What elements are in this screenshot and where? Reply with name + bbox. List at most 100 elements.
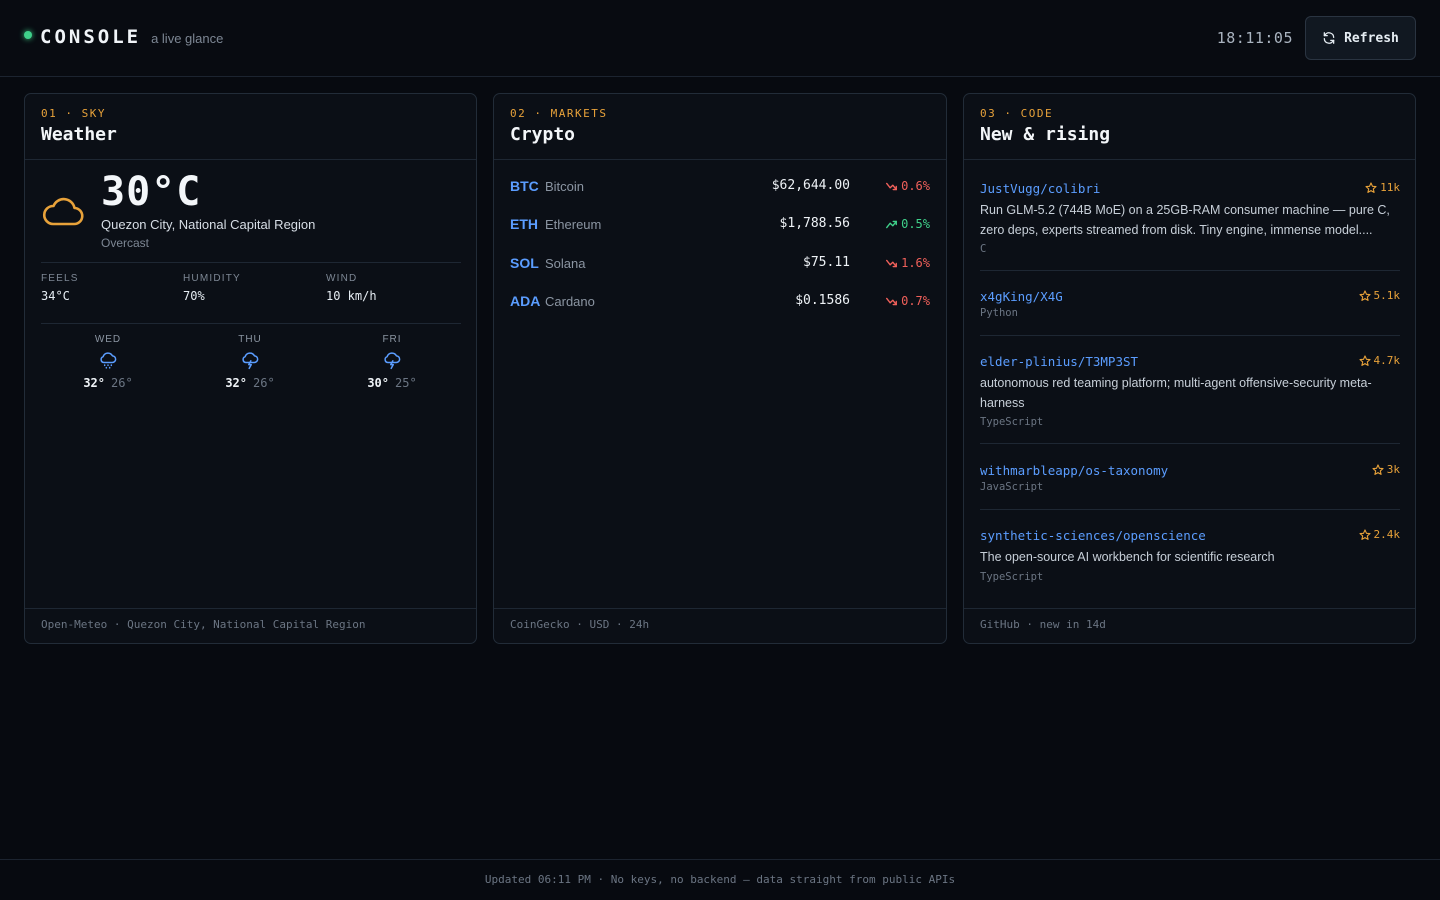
forecast-low: 26° [111, 376, 133, 390]
repo-item: JustVugg/colibri 11k Run GLM-5.2 (744B MoE… [980, 181, 1400, 255]
crypto-change-value: 0.7% [901, 294, 930, 308]
crypto-change: 0.6% [885, 179, 930, 193]
crypto-name: Cardano [545, 294, 595, 309]
crypto-name: Bitcoin [545, 179, 585, 194]
thunderstorm-icon [384, 352, 401, 370]
trend-down-icon [886, 182, 898, 190]
trend-down-icon [886, 259, 898, 267]
app-tagline: a live glance [151, 31, 224, 46]
star-icon [1365, 181, 1377, 193]
cloud-icon [42, 197, 84, 226]
trend-up-icon [886, 220, 898, 228]
forecast-high: 32° [225, 376, 247, 390]
crypto-symbol: ADA [510, 293, 541, 309]
star-icon [1372, 463, 1384, 475]
weather-card-header: 01 · SKY Weather [25, 94, 476, 160]
crypto-symbol: SOL [510, 255, 539, 271]
current-temperature: 30°C [101, 169, 202, 215]
stat-label: WIND [326, 273, 358, 284]
app-title: CONSOLE [40, 26, 142, 48]
forecast-day: FRI 30° 25° [332, 334, 452, 390]
crypto-name: Solana [545, 256, 586, 271]
crypto-symbol: BTC [510, 178, 539, 194]
repo-description: autonomous red teaming platform; multi-a… [980, 376, 1372, 410]
repo-stars: 4.7k [1358, 354, 1401, 367]
repo-star-count: 3k [1386, 463, 1400, 476]
code-kicker: 03 · CODE [980, 107, 1054, 120]
refresh-button[interactable]: Refresh [1305, 16, 1416, 60]
footer-status: Updated 06:11 PM · No keys, no backend —… [484, 873, 956, 886]
current-weather: 30°C Quezon City, National Capital Regio… [41, 169, 461, 264]
repo-language: Python [980, 307, 1018, 319]
repo-stars: 11k [1365, 181, 1400, 194]
crypto-change-value: 1.6% [901, 256, 930, 270]
weather-stats: FEELS 34°C HUMIDITY 70% WIND 10 km/h [41, 262, 461, 324]
repo-star-count: 4.7k [1373, 354, 1401, 367]
drizzle-icon [100, 352, 117, 369]
repo-link[interactable]: elder-plinius/T3MP3ST [980, 354, 1400, 369]
forecast-day: THU 32° 26° [190, 334, 310, 390]
crypto-card: 02 · MARKETS Crypto BTC Bitcoin $62,644.00… [493, 93, 947, 644]
code-card-header: 03 · CODE New & rising [964, 94, 1415, 160]
weather-condition: Overcast [101, 236, 150, 250]
crypto-change-value: 0.5% [901, 217, 930, 231]
forecast-day-label: THU [238, 334, 262, 345]
stat-wind: WIND 10 km/h [326, 273, 377, 303]
repo-item: withmarbleapp/os-taxonomy 3k JavaScript [980, 463, 1400, 493]
repo-item: elder-plinius/T3MP3ST 4.7k autonomous red … [980, 354, 1400, 428]
trend-down-icon [886, 297, 898, 305]
crypto-row-ada[interactable]: ADA Cardano $0.1586 0.7% [510, 293, 930, 315]
crypto-price: $0.1586 [795, 293, 850, 308]
forecast-low: 25° [395, 376, 417, 390]
crypto-row-eth[interactable]: ETH Ethereum $1,788.56 0.5% [510, 216, 930, 238]
stat-value: 70% [183, 289, 205, 303]
repo-stars: 5.1k [1358, 289, 1401, 302]
crypto-price: $1,788.56 [779, 216, 850, 231]
repo-item: x4gKing/X4G 5.1k Python [980, 289, 1400, 319]
crypto-change: 0.5% [885, 217, 930, 231]
crypto-title: Crypto [510, 124, 576, 145]
refresh-icon [1323, 32, 1335, 44]
repo-link[interactable]: JustVugg/colibri [980, 181, 1400, 196]
weather-title: Weather [41, 124, 117, 145]
repo-link[interactable]: synthetic-sciences/openscience [980, 528, 1400, 543]
weather-location: Quezon City, National Capital Region [101, 217, 316, 232]
stat-feels: FEELS 34°C [41, 273, 79, 303]
forecast-day-label: FRI [382, 334, 402, 345]
forecast-day-label: WED [94, 334, 122, 345]
repo-divider [980, 270, 1400, 271]
crypto-row-btc[interactable]: BTC Bitcoin $62,644.00 0.6% [510, 178, 930, 200]
crypto-change: 1.6% [885, 256, 930, 270]
crypto-name: Ethereum [545, 217, 602, 232]
repo-divider [980, 509, 1400, 510]
forecast-low: 26° [253, 376, 275, 390]
repo-link[interactable]: x4gKing/X4G [980, 289, 1400, 304]
crypto-source: CoinGecko · USD · 24h [494, 608, 946, 643]
code-source: GitHub · new in 14d [964, 608, 1415, 643]
crypto-price: $62,644.00 [771, 178, 850, 193]
repo-description: The open-source AI workbench for scienti… [980, 550, 1275, 564]
repo-language: TypeScript [980, 570, 1044, 583]
stat-humidity: HUMIDITY 70% [183, 273, 241, 303]
footer-bar: Updated 06:11 PM · No keys, no backend —… [0, 859, 1440, 900]
repo-language: TypeScript [980, 416, 1044, 428]
star-icon [1358, 528, 1371, 540]
crypto-change: 0.7% [885, 294, 930, 308]
code-card: 03 · CODE New & rising JustVugg/colibri 1… [963, 93, 1416, 644]
code-title: New & rising [980, 124, 1111, 145]
repo-star-count: 5.1k [1373, 289, 1401, 302]
repo-link[interactable]: withmarbleapp/os-taxonomy [980, 463, 1400, 478]
repo-item: synthetic-sciences/openscience 2.4k The op… [980, 528, 1400, 583]
stat-label: FEELS [41, 273, 79, 284]
crypto-kicker: 02 · MARKETS [510, 107, 608, 120]
weather-kicker: 01 · SKY [41, 107, 106, 120]
crypto-change-value: 0.6% [901, 179, 930, 193]
refresh-label: Refresh [1344, 30, 1399, 46]
repo-star-count: 11k [1380, 181, 1400, 194]
crypto-row-sol[interactable]: SOL Solana $75.11 1.6% [510, 255, 930, 277]
repo-divider [980, 335, 1400, 336]
crypto-price: $75.11 [803, 255, 850, 270]
stat-value: 10 km/h [326, 289, 377, 303]
star-icon [1358, 354, 1371, 366]
top-bar: CONSOLE a live glance 18:11:05 Refresh [0, 0, 1440, 77]
